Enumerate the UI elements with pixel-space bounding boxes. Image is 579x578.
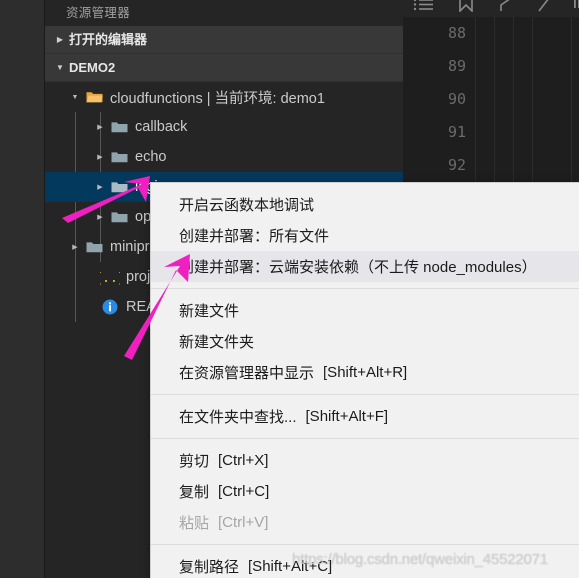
sidebar-section-open-editors[interactable]: ▶ 打开的编辑器	[45, 26, 403, 54]
menu-separator	[151, 544, 579, 545]
list-icon[interactable]	[413, 0, 435, 17]
tree-item-callback[interactable]: ▶ callback	[45, 112, 403, 142]
twisty-placeholder: ▶	[83, 274, 99, 281]
line-number: 91	[447, 123, 466, 141]
menu-item-label: 粘贴	[179, 515, 210, 532]
tree-item-label: cloudfunctions | 当前环境: demo1	[110, 90, 325, 107]
chevron-right-icon[interactable]: ▶	[92, 184, 108, 191]
menu-separator	[151, 394, 579, 395]
menu-item-shortcut: [Shift+Alt+F]	[305, 408, 389, 425]
menu-item-shortcut: [Shift+Alt+C]	[248, 558, 333, 575]
menu-item-label: 剪切	[179, 453, 210, 470]
tree-item-label: echo	[135, 149, 167, 165]
menu-item-label: 复制路径	[179, 559, 240, 576]
json-braces-icon: {..}	[99, 270, 121, 285]
chevron-left-icon[interactable]	[497, 0, 515, 17]
menu-separator	[151, 438, 579, 439]
tree-item-label: callback	[135, 119, 188, 135]
vscode-window: 88 89 90 91 92 资源管理器 ▶ 打开的编辑器 ▼ DEMO2 ▼	[0, 0, 579, 578]
chevron-right-icon: ▶	[56, 34, 64, 44]
tree-item-cloudfunctions[interactable]: ▼ cloudfunctions | 当前环境: demo1	[45, 82, 403, 112]
menu-item-deploy-cloud-install-deps[interactable]: 创建并部署：云端安装依赖（不上传 node_modules）	[151, 251, 579, 282]
chevron-down-icon[interactable]: ▼	[67, 94, 83, 101]
folder-open-icon	[83, 90, 105, 104]
menu-item-label: 在资源管理器中显示	[179, 365, 315, 382]
line-number: 90	[447, 90, 466, 108]
menu-item-new-folder[interactable]: 新建文件夹	[151, 326, 579, 357]
menu-separator	[151, 288, 579, 289]
folder-icon	[108, 150, 130, 164]
folder-icon	[108, 120, 130, 134]
line-number: 89	[447, 57, 466, 75]
chevron-right-icon[interactable]	[535, 0, 553, 17]
menu-item-shortcut: [Ctrl+V]	[218, 514, 269, 531]
menu-item-copy-path[interactable]: 复制路径 [Shift+Alt+C]	[151, 551, 579, 578]
bookmark-icon[interactable]	[455, 0, 477, 17]
context-menu[interactable]: 开启云函数本地调试 创建并部署：所有文件 创建并部署：云端安装依赖（不上传 no…	[150, 182, 579, 578]
menu-item-label: 在文件夹中查找...	[179, 409, 297, 426]
folder-icon	[108, 210, 130, 224]
menu-item-shortcut: [Ctrl+C]	[218, 483, 270, 500]
menu-item-shortcut: [Ctrl+X]	[218, 452, 269, 469]
editor-toolbar[interactable]	[403, 0, 579, 17]
menu-item-copy[interactable]: 复制 [Ctrl+C]	[151, 476, 579, 507]
sidebar-section-label: 打开的编辑器	[69, 31, 148, 47]
menu-item-find-in-folder[interactable]: 在文件夹中查找... [Shift+Alt+F]	[151, 401, 579, 432]
folder-icon	[108, 180, 130, 194]
folder-icon	[83, 240, 105, 254]
svg-text:{..}: {..}	[100, 271, 120, 285]
menu-item-deploy-all-files[interactable]: 创建并部署：所有文件	[151, 220, 579, 251]
activity-bar[interactable]	[0, 0, 45, 578]
menu-item-paste: 粘贴 [Ctrl+V]	[151, 507, 579, 538]
line-number: 88	[447, 24, 466, 42]
menu-item-label: 新建文件	[179, 303, 240, 320]
line-number: 92	[447, 156, 466, 174]
menu-item-new-file[interactable]: 新建文件	[151, 295, 579, 326]
menu-item-start-local-debug[interactable]: 开启云函数本地调试	[151, 189, 579, 220]
menu-item-label: 新建文件夹	[179, 334, 255, 351]
menu-item-cut[interactable]: 剪切 [Ctrl+X]	[151, 445, 579, 476]
chevron-down-icon: ▼	[56, 62, 64, 72]
menu-item-shortcut: [Shift+Alt+R]	[323, 364, 408, 381]
page-title: 资源管理器	[45, 0, 403, 26]
menu-item-reveal-in-explorer[interactable]: 在资源管理器中显示 [Shift+Alt+R]	[151, 357, 579, 388]
chevron-right-icon[interactable]: ▶	[67, 244, 83, 251]
chevron-right-icon[interactable]: ▶	[92, 154, 108, 161]
more-icon[interactable]	[573, 0, 579, 17]
sidebar-section-demo2[interactable]: ▼ DEMO2	[45, 54, 403, 82]
menu-item-label: 开启云函数本地调试	[179, 197, 315, 214]
menu-item-label: 创建并部署：云端安装依赖（不上传 node_modules）	[179, 259, 537, 276]
chevron-right-icon[interactable]: ▶	[92, 214, 108, 221]
sidebar-section-label: DEMO2	[69, 59, 116, 75]
twisty-placeholder: ▶	[83, 304, 99, 311]
menu-item-label: 复制	[179, 484, 210, 501]
chevron-right-icon[interactable]: ▶	[92, 124, 108, 131]
tree-item-echo[interactable]: ▶ echo	[45, 142, 403, 172]
menu-item-label: 创建并部署：所有文件	[179, 228, 330, 245]
info-circle-icon	[99, 298, 121, 316]
